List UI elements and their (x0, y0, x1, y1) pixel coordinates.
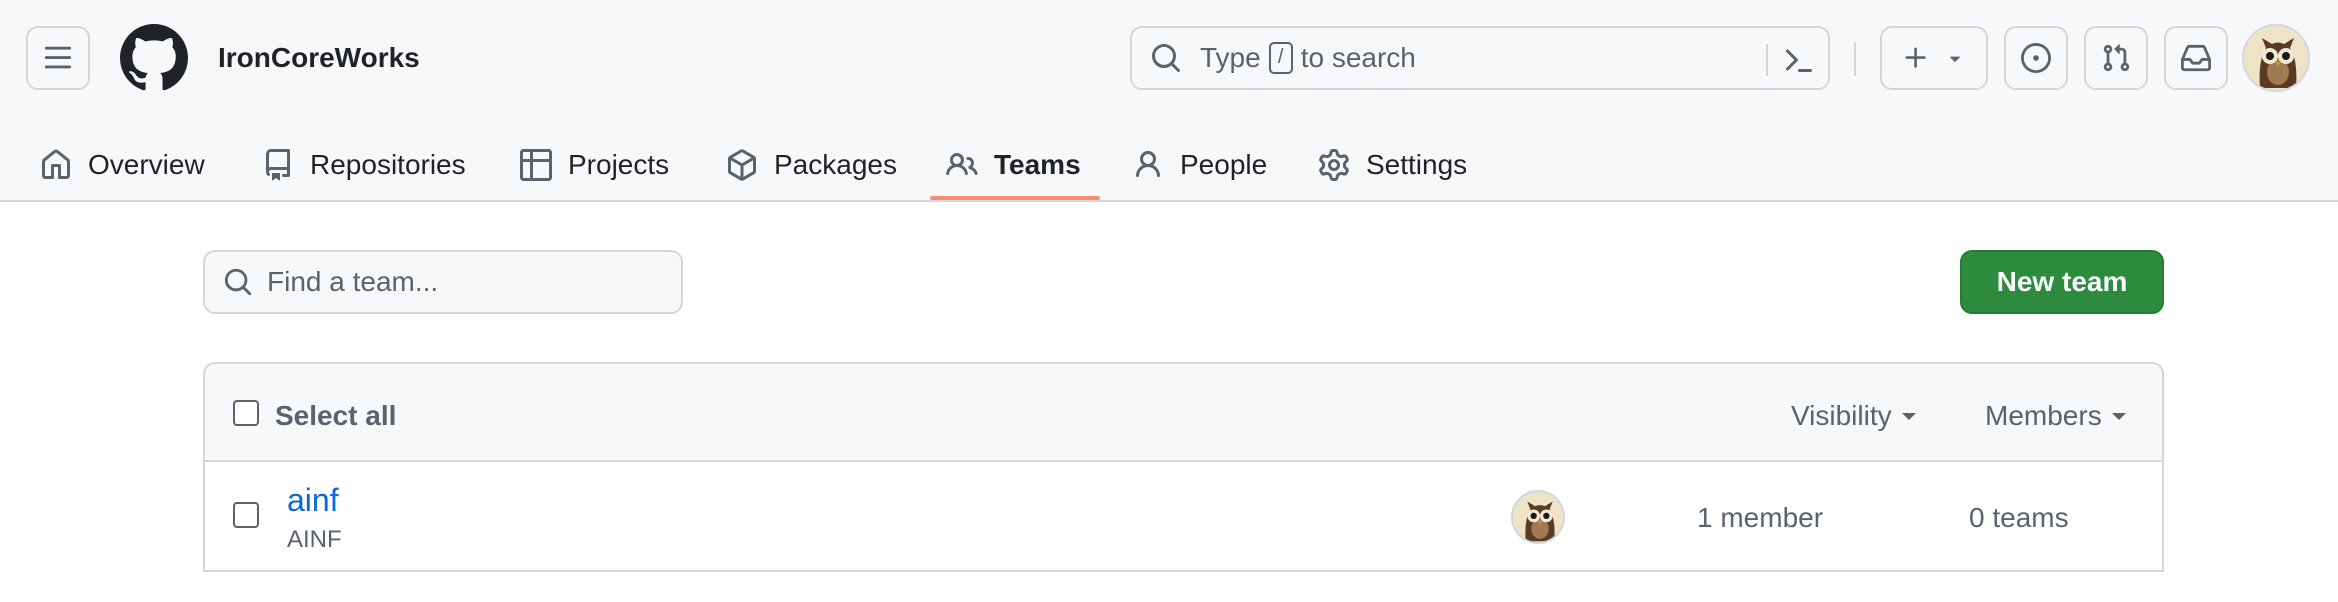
team-child-count-link[interactable]: 0 teams (1969, 502, 2069, 534)
github-logo-icon[interactable] (120, 24, 188, 92)
owl-avatar-icon (1513, 492, 1563, 542)
search-hint: Type / to search (1200, 42, 1416, 74)
table-row: ainf AINF 1 member 0 teams (205, 462, 2162, 570)
people-icon (946, 152, 978, 176)
tab-repositories[interactable]: Repositories (262, 128, 466, 202)
tab-packages[interactable]: Packages (726, 128, 897, 202)
tab-projects-label: Projects (568, 149, 670, 180)
user-avatar[interactable] (2242, 24, 2310, 92)
global-search-input[interactable]: Type / to search (1130, 26, 1830, 90)
caret-down-icon (2111, 412, 2126, 420)
issue-icon (2021, 43, 2051, 73)
command-palette-icon[interactable] (1782, 44, 1814, 76)
tab-people[interactable]: People (1132, 128, 1267, 202)
caret-down-icon (1901, 412, 1916, 420)
open-global-nav-button[interactable] (26, 26, 90, 90)
tab-teams[interactable]: Teams (946, 128, 1081, 202)
selected-tab-indicator (930, 196, 1100, 200)
team-row-checkbox[interactable] (233, 502, 259, 528)
search-divider (1766, 44, 1768, 76)
issues-button[interactable] (2004, 26, 2068, 90)
plus-icon (1905, 47, 1926, 68)
team-name-link[interactable]: ainf (287, 482, 339, 519)
new-team-button[interactable]: New team (1960, 250, 2164, 314)
pull-request-icon (2103, 44, 2130, 72)
search-icon (1152, 44, 1181, 73)
team-member-count-link[interactable]: 1 member (1697, 502, 1823, 534)
select-all-label[interactable]: Select all (275, 400, 396, 432)
search-hint-prefix: Type (1200, 42, 1261, 73)
search-hint-suffix: to search (1300, 42, 1416, 73)
owl-avatar-icon (2244, 26, 2308, 90)
notifications-button[interactable] (2164, 26, 2228, 90)
visibility-filter-dropdown[interactable]: Visibility (1791, 400, 1916, 432)
chevron-down-icon (1949, 56, 1961, 62)
hamburger-menu-icon (44, 46, 72, 69)
visibility-filter-label: Visibility (1791, 400, 1892, 431)
find-team-input[interactable] (267, 266, 647, 298)
table-icon (520, 149, 552, 181)
tab-settings-label: Settings (1366, 149, 1468, 180)
repo-icon (266, 149, 290, 181)
team-slug: AINF (287, 526, 342, 553)
pull-requests-button[interactable] (2084, 26, 2148, 90)
tab-teams-label: Teams (994, 149, 1081, 180)
home-icon (42, 149, 70, 179)
tab-people-label: People (1180, 149, 1268, 180)
tab-packages-label: Packages (774, 149, 897, 180)
org-name-link[interactable]: IronCoreWorks (218, 42, 420, 74)
header-divider (1854, 42, 1856, 76)
package-icon (728, 149, 756, 181)
members-filter-dropdown[interactable]: Members (1985, 400, 2126, 432)
create-new-button[interactable] (1880, 26, 1988, 90)
tab-settings[interactable]: Settings (1318, 128, 1467, 202)
team-member-avatar[interactable] (1511, 490, 1565, 544)
gear-icon (1319, 149, 1349, 181)
tab-overview-label: Overview (88, 149, 205, 180)
tab-repositories-label: Repositories (310, 149, 466, 180)
tab-overview[interactable]: Overview (40, 128, 205, 202)
person-icon (1136, 151, 1160, 178)
search-icon (224, 268, 252, 296)
tab-projects[interactable]: Projects (520, 128, 669, 202)
find-team-field[interactable] (203, 250, 683, 314)
teams-list-header: Select all Visibility Members (205, 364, 2162, 462)
teams-list: Select all Visibility Members ainf AINF (203, 362, 2164, 572)
members-filter-label: Members (1985, 400, 2102, 431)
inbox-icon (2181, 44, 2211, 72)
search-shortcut-key: / (1268, 42, 1293, 74)
select-all-checkbox[interactable] (233, 400, 259, 426)
